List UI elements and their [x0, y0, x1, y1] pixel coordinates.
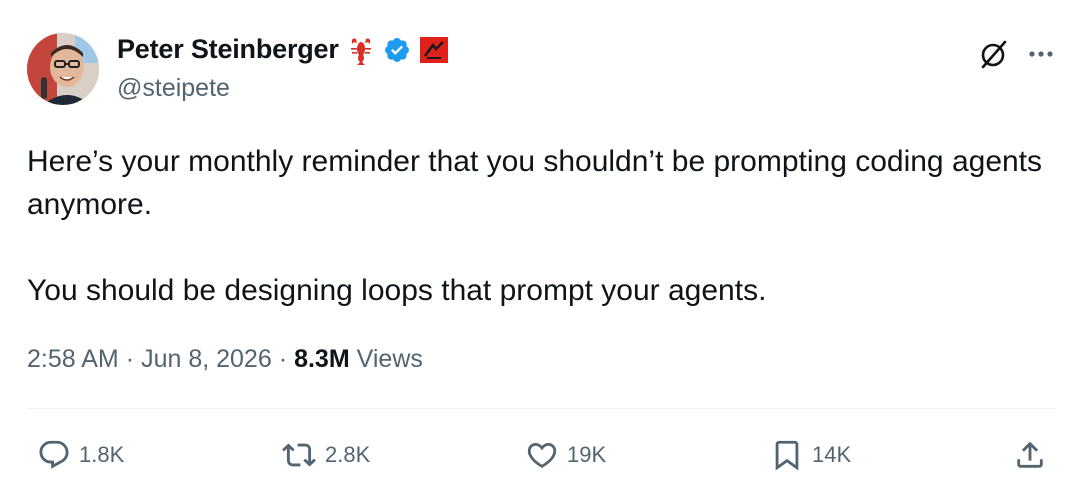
- like-count: 19K: [567, 442, 607, 467]
- like-button[interactable]: 19K: [525, 430, 606, 480]
- flag-badge-icon[interactable]: [419, 36, 449, 64]
- tweet-paragraph: You should be designing loops that promp…: [27, 274, 767, 307]
- tweet-meta: 2:58 AM · Jun 8, 2026 · 8.3M Views: [27, 345, 423, 374]
- action-bar: 1.8K 2.8K 19K 14K: [0, 430, 1080, 480]
- repost-icon: [281, 438, 317, 472]
- more-dots-icon[interactable]: [1028, 50, 1054, 58]
- tweet-date[interactable]: Jun 8, 2026: [141, 345, 272, 374]
- author-handle[interactable]: @steipete: [117, 74, 230, 103]
- views-label: Views: [356, 345, 423, 373]
- bookmark-button[interactable]: 14K: [770, 430, 851, 480]
- reply-button[interactable]: 1.8K: [37, 430, 124, 480]
- meta-separator: ·: [278, 345, 288, 373]
- author-name[interactable]: Peter Steinberger: [117, 34, 339, 65]
- repost-button[interactable]: 2.8K: [281, 430, 370, 480]
- share-button[interactable]: [1013, 430, 1047, 480]
- reply-count: 1.8K: [79, 442, 125, 467]
- meta-separator: ·: [125, 345, 135, 373]
- divider: [27, 408, 1056, 409]
- avatar[interactable]: [27, 33, 99, 105]
- reply-icon: [37, 438, 71, 472]
- share-icon: [1013, 438, 1047, 472]
- bookmark-count: 14K: [812, 442, 852, 467]
- tweet-paragraph: Here’s your monthly reminder that you sh…: [27, 145, 1043, 221]
- slash-circle-icon[interactable]: [978, 38, 1010, 70]
- lobster-icon: [347, 35, 375, 65]
- heart-icon: [525, 438, 559, 472]
- views-count: 8.3M: [294, 345, 350, 373]
- bookmark-icon: [770, 437, 804, 473]
- author-name-row: Peter Steinberger: [117, 34, 449, 65]
- tweet-time[interactable]: 2:58 AM: [27, 345, 119, 374]
- repost-count: 2.8K: [325, 442, 371, 467]
- tweet-text: Here’s your monthly reminder that you sh…: [27, 140, 1057, 312]
- verified-badge-icon[interactable]: [383, 36, 411, 64]
- header-actions: [978, 38, 1054, 70]
- avatar-image: [27, 33, 99, 105]
